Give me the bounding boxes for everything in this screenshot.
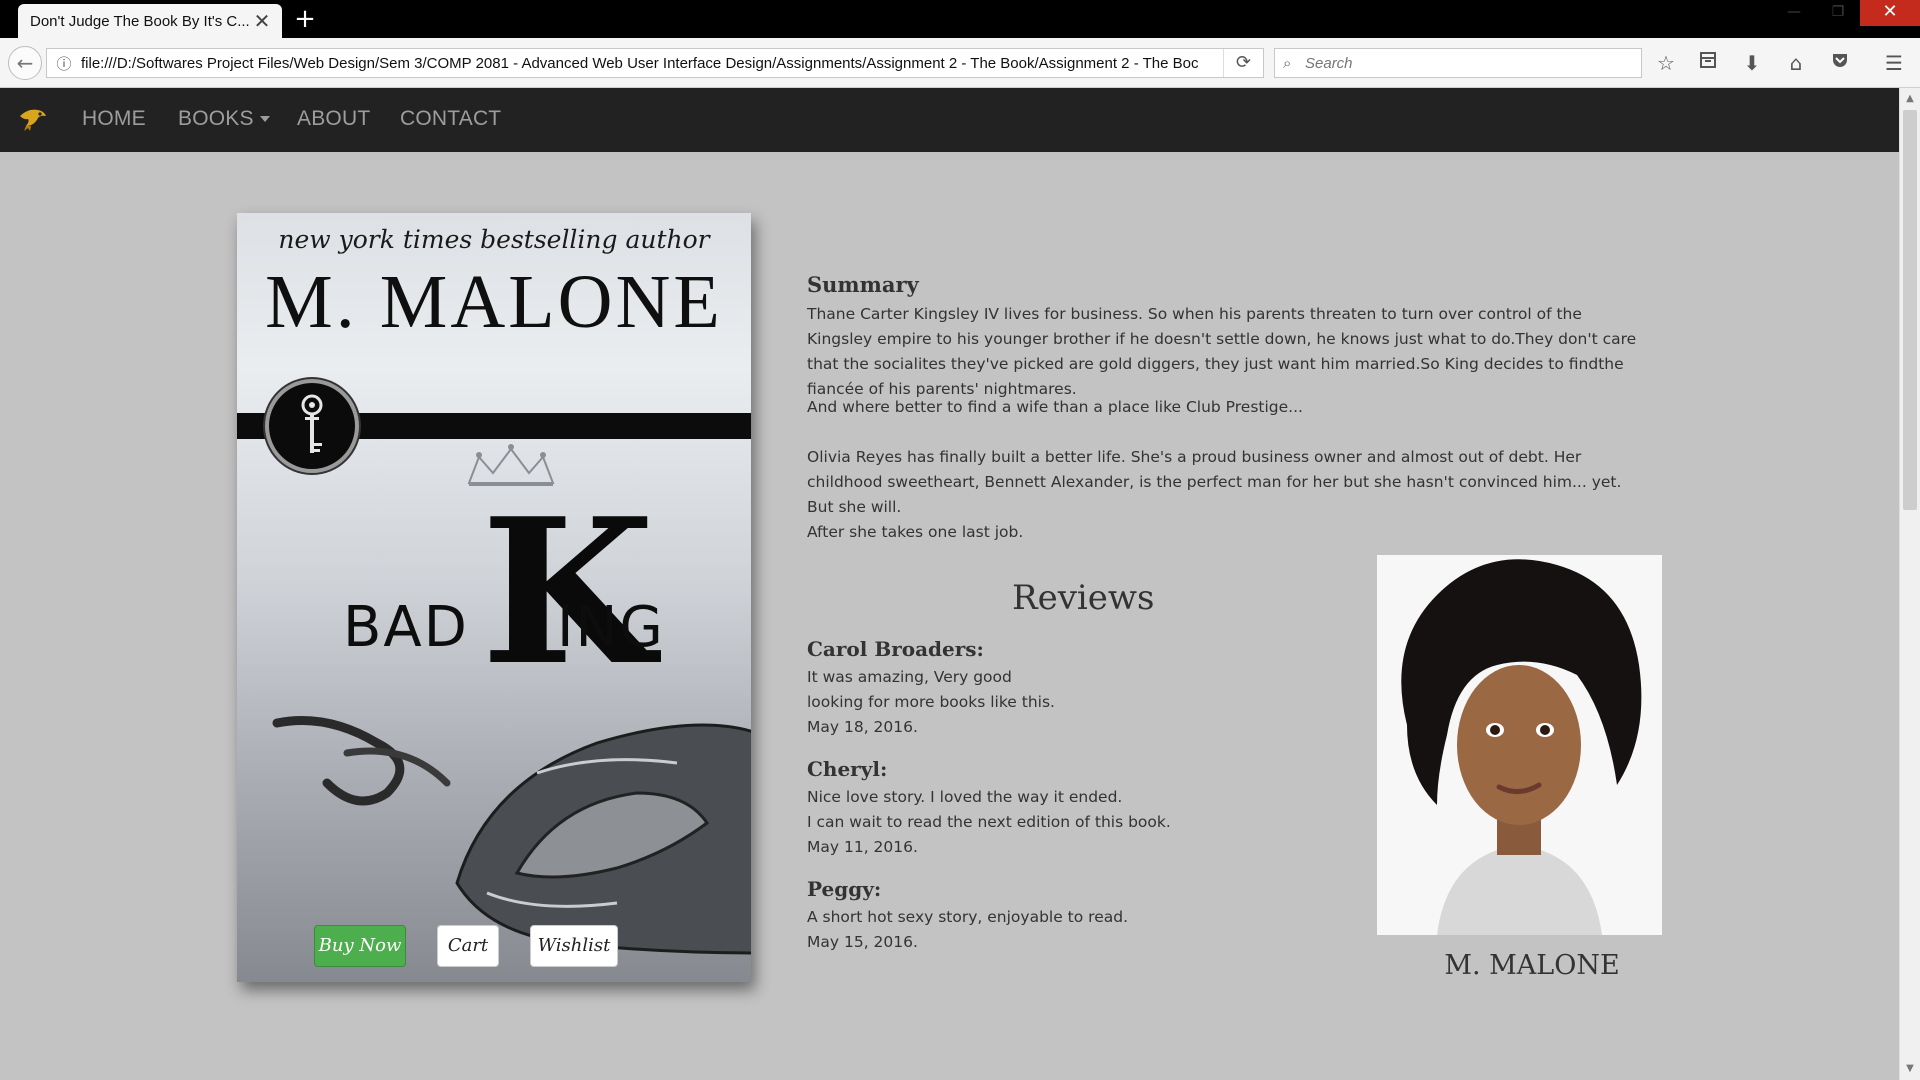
- cover-title-bad: BAD: [343, 595, 469, 660]
- review-item: Cheryl: Nice love story. I loved the way…: [807, 757, 1367, 860]
- search-box[interactable]: ⌕: [1274, 48, 1642, 78]
- home-icon[interactable]: ⌂: [1782, 50, 1810, 78]
- site-navbar: HOME BOOKS ABOUT CONTACT: [0, 88, 1899, 152]
- review-item: Peggy: A short hot sexy story, enjoyable…: [807, 877, 1367, 955]
- search-icon: ⌕: [1283, 54, 1292, 72]
- review-date: May 15, 2016.: [807, 933, 918, 951]
- search-input[interactable]: [1305, 54, 1625, 72]
- review-text: looking for more books like this.: [807, 693, 1055, 711]
- author-photo: [1377, 555, 1662, 935]
- buy-now-button[interactable]: Buy Now: [314, 925, 406, 967]
- book-cover: new york times bestselling author M. MAL…: [237, 213, 751, 982]
- summary-paragraph: And where better to find a wife than a p…: [807, 398, 1303, 416]
- scroll-thumb[interactable]: [1903, 110, 1917, 510]
- bookmarks-list-icon[interactable]: [1694, 50, 1722, 78]
- url-text[interactable]: file:///D:/Softwares Project Files/Web D…: [81, 55, 1211, 72]
- cover-title-ing: ING: [557, 595, 665, 660]
- info-icon[interactable]: ⓘ: [47, 53, 81, 74]
- cover-author: M. MALONE: [265, 260, 723, 344]
- window-maximize-button[interactable]: ❐: [1818, 0, 1858, 26]
- menu-icon[interactable]: ☰: [1880, 50, 1908, 78]
- reload-icon[interactable]: ⟳: [1223, 49, 1263, 77]
- reviewer-name: Cheryl:: [807, 757, 888, 781]
- browser-toolbar: ← ⓘ file:///D:/Softwares Project Files/W…: [0, 38, 1920, 88]
- eagle-logo-icon[interactable]: [18, 104, 48, 134]
- review-date: May 18, 2016.: [807, 718, 918, 736]
- window-minimize-button[interactable]: —: [1774, 0, 1814, 26]
- scroll-up-icon[interactable]: ▲: [1900, 90, 1920, 108]
- browser-tab[interactable]: Don't Judge The Book By It's C... ✕: [18, 4, 282, 38]
- tab-title: Don't Judge The Book By It's C...: [30, 12, 250, 30]
- author-caption: M. MALONE: [1444, 950, 1620, 981]
- summary-heading: Summary: [807, 272, 919, 297]
- nav-contact[interactable]: CONTACT: [400, 107, 501, 131]
- review-text: I can wait to read the next edition of t…: [807, 813, 1171, 831]
- summary-paragraph: Olivia Reyes has finally built a better …: [807, 448, 1622, 516]
- summary-paragraph: Thane Carter Kingsley IV lives for busin…: [807, 305, 1637, 398]
- page-scrollbar[interactable]: ▲ ▼: [1899, 88, 1920, 1080]
- cover-tagline: new york times bestselling author: [278, 225, 710, 254]
- back-button[interactable]: ←: [8, 46, 42, 80]
- review-text: Nice love story. I loved the way it ende…: [807, 788, 1123, 806]
- new-tab-button[interactable]: +: [292, 6, 318, 32]
- review-item: Carol Broaders: It was amazing, Very goo…: [807, 637, 1367, 740]
- summary-paragraph: After she takes one last job.: [807, 523, 1024, 541]
- window-close-button[interactable]: ✕: [1860, 0, 1920, 26]
- download-icon[interactable]: ⬇: [1738, 50, 1766, 78]
- cart-button[interactable]: Cart: [437, 925, 499, 967]
- address-bar[interactable]: ⓘ file:///D:/Softwares Project Files/Web…: [46, 48, 1264, 78]
- caret-down-icon: [259, 116, 270, 123]
- bookmark-star-icon[interactable]: ☆: [1652, 50, 1680, 78]
- reviewer-name: Carol Broaders:: [807, 637, 984, 661]
- nav-home[interactable]: HOME: [82, 107, 146, 131]
- key-seal-icon: [265, 379, 359, 473]
- nav-books-dropdown[interactable]: BOOKS: [178, 107, 270, 131]
- tab-close-icon[interactable]: ✕: [252, 11, 272, 31]
- reviewer-name: Peggy:: [807, 877, 882, 901]
- review-text: A short hot sexy story, enjoyable to rea…: [807, 908, 1128, 926]
- review-text: It was amazing, Very good: [807, 668, 1012, 686]
- scroll-down-icon[interactable]: ▼: [1900, 1060, 1920, 1078]
- browser-tab-strip: Don't Judge The Book By It's C... ✕ + — …: [0, 0, 1920, 38]
- wishlist-button[interactable]: Wishlist: [530, 925, 618, 967]
- nav-books-label: BOOKS: [178, 107, 254, 130]
- back-arrow-icon: ←: [16, 51, 34, 75]
- pocket-icon[interactable]: [1826, 50, 1854, 78]
- reviews-heading: Reviews: [1012, 578, 1155, 618]
- nav-about[interactable]: ABOUT: [297, 107, 370, 131]
- review-date: May 11, 2016.: [807, 838, 918, 856]
